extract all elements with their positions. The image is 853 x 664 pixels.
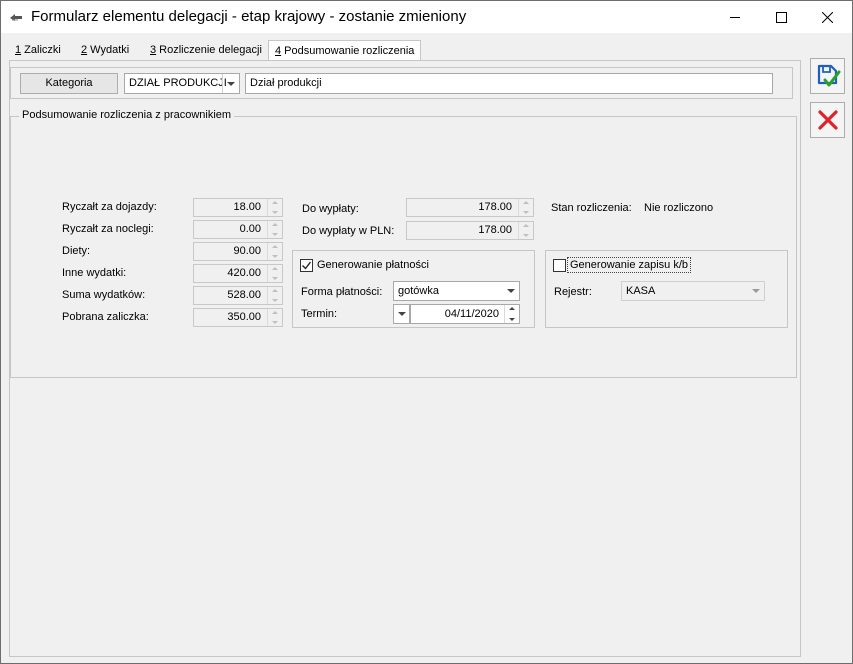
payment-form-label: Forma płatności: (301, 286, 383, 298)
tab-label: Podsumowanie rozliczenia (281, 45, 415, 57)
other-expenses-field: 420.00 (193, 264, 283, 283)
term-dropdown-button[interactable] (393, 304, 410, 324)
category-code-value: DZIAŁ PRODUKCJI (129, 77, 227, 89)
register-value: KASA (626, 285, 656, 297)
payment-generation-checkbox[interactable] (300, 259, 313, 272)
spinner-icon[interactable] (504, 305, 519, 323)
payout-label: Do wypłaty: (302, 203, 359, 215)
tab-rozliczenie-delegacji[interactable]: 3 Rozliczenie delegacji (144, 41, 268, 61)
advance-taken-field: 350.00 (193, 308, 283, 327)
flat-rate-travel-value: 18.00 (233, 201, 261, 213)
dialog-window: Formularz elementu delegacji - etap kraj… (0, 0, 853, 664)
settlement-status-value: Nie rozliczono (644, 202, 714, 214)
payout-pln-value: 178.00 (478, 224, 512, 236)
category-row: Kategoria DZIAŁ PRODUKCJI Dział produkcj… (10, 67, 793, 99)
chevron-down-icon[interactable] (394, 305, 409, 323)
total-expenses-value: 528.00 (227, 289, 261, 301)
spinner-icon (267, 199, 282, 216)
checkmark-icon (302, 261, 312, 270)
advance-taken-value: 350.00 (227, 311, 261, 323)
payment-form-value: gotówka (398, 285, 439, 297)
payout-pln-field: 178.00 (406, 221, 534, 240)
spinner-icon (267, 265, 282, 282)
app-icon (9, 11, 23, 23)
save-icon (817, 64, 840, 87)
title-bar: Formularz elementu delegacji - etap kraj… (1, 1, 852, 33)
flat-rate-travel-label: Ryczałt za dojazdy: (62, 201, 157, 213)
cancel-button[interactable] (810, 102, 845, 138)
other-expenses-label: Inne wydatki: (62, 267, 127, 279)
flat-rate-lodging-value: 0.00 (239, 223, 261, 235)
advance-taken-label: Pobrana zaliczka: (62, 311, 149, 323)
payment-term-field[interactable]: 04/11/2020 (410, 304, 520, 324)
tab-label: Rozliczenie delegacji (156, 44, 262, 56)
spinner-icon (267, 309, 282, 326)
payment-term-value: 04/11/2020 (444, 308, 499, 320)
minimize-icon (729, 16, 740, 18)
tab-label: Zaliczki (21, 44, 61, 56)
flat-rate-lodging-label: Ryczałt za noclegi: (62, 223, 154, 235)
summary-group: Podsumowanie rozliczenia z pracownikiem … (10, 109, 797, 378)
spinner-icon (518, 199, 533, 216)
flat-rate-travel-field: 18.00 (193, 198, 283, 217)
flat-rate-lodging-field: 0.00 (193, 220, 283, 239)
chevron-down-icon (747, 282, 764, 300)
minimize-button[interactable] (712, 1, 758, 33)
tab-podsumowanie-rozliczenia[interactable]: 4 Podsumowanie rozliczenia (268, 40, 422, 62)
cash-entry-label: Generowanie zapisu k/b (567, 257, 692, 273)
tab-label: Wydatki (87, 44, 130, 56)
spinner-icon (267, 221, 282, 238)
chevron-down-icon[interactable] (502, 282, 519, 300)
cash-entry-group: Generowanie zapisu k/b Rejestr: KASA (545, 250, 788, 328)
maximize-icon (775, 11, 787, 23)
window-title: Formularz elementu delegacji - etap kraj… (31, 8, 467, 25)
save-button[interactable] (810, 58, 845, 94)
close-button[interactable] (804, 1, 850, 33)
cancel-icon (817, 110, 838, 130)
close-icon (821, 11, 833, 23)
chevron-down-icon[interactable] (222, 74, 239, 93)
category-code-select[interactable]: DZIAŁ PRODUKCJI (124, 73, 240, 94)
tab-panel: Kategoria DZIAŁ PRODUKCJI Dział produkcj… (9, 60, 801, 657)
payment-generation-group: Generowanie płatności Forma płatności: g… (292, 250, 535, 328)
total-expenses-field: 528.00 (193, 286, 283, 305)
payment-form-select[interactable]: gotówka (393, 281, 520, 301)
tab-wydatki[interactable]: 2 Wydatki (75, 41, 135, 61)
allowances-field: 90.00 (193, 242, 283, 261)
payout-value: 178.00 (478, 201, 512, 213)
spinner-icon (518, 222, 533, 239)
payment-generation-label: Generowanie płatności (317, 259, 429, 271)
register-select: KASA (621, 281, 765, 301)
category-description-field[interactable]: Dział produkcji (245, 73, 773, 94)
summary-group-title: Podsumowanie rozliczenia z pracownikiem (19, 109, 235, 121)
payout-pln-label: Do wypłaty w PLN: (302, 225, 395, 237)
allowances-label: Diety: (62, 245, 91, 257)
spinner-icon (267, 243, 282, 260)
payout-field: 178.00 (406, 198, 534, 217)
total-expenses-label: Suma wydatków: (62, 289, 146, 301)
cash-entry-checkbox[interactable] (553, 259, 566, 272)
spinner-icon (267, 287, 282, 304)
allowances-value: 90.00 (233, 245, 261, 257)
category-button[interactable]: Kategoria (20, 73, 118, 94)
maximize-button[interactable] (758, 1, 804, 33)
payment-term-label: Termin: (301, 308, 338, 320)
settlement-status-label: Stan rozliczenia: (551, 202, 632, 214)
register-label: Rejestr: (554, 286, 592, 298)
other-expenses-value: 420.00 (227, 267, 261, 279)
tab-zaliczki[interactable]: 1 Zaliczki (9, 41, 67, 61)
